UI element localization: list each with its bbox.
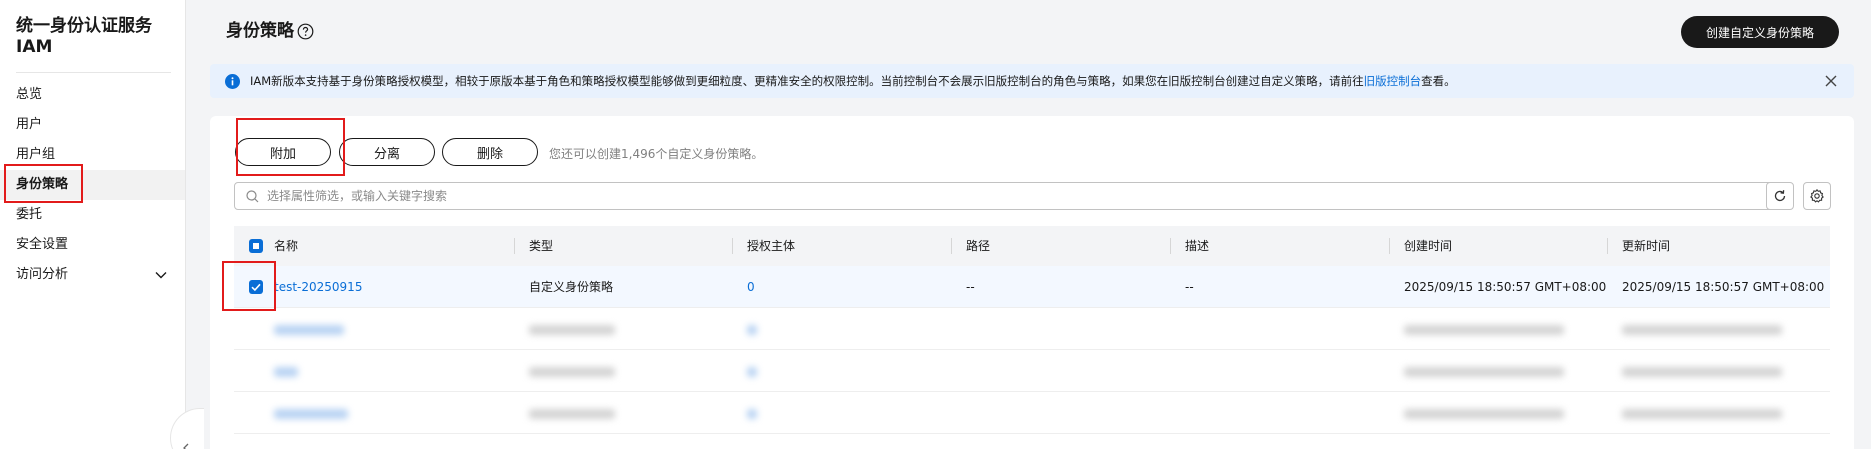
search-box: [234, 182, 1781, 210]
blurred-cell: [274, 350, 298, 392]
column-header-description[interactable]: 描述: [1185, 226, 1209, 266]
sidebar-item-label: 访问分析: [16, 267, 69, 282]
select-all-checkbox[interactable]: [249, 239, 263, 253]
policy-name-link[interactable]: test-20250915: [274, 266, 362, 308]
blurred-cell: [1404, 392, 1564, 434]
column-header-path[interactable]: 路径: [966, 226, 990, 266]
blurred-cell: [1622, 308, 1782, 350]
column-divider: [951, 238, 952, 254]
create-custom-policy-button[interactable]: 创建自定义身份策略: [1681, 16, 1839, 48]
blurred-cell: [529, 350, 615, 392]
search-icon: [246, 190, 259, 203]
column-divider: [1389, 238, 1390, 254]
attach-button[interactable]: 附加: [235, 138, 331, 166]
info-notice: IAM新版本支持基于身份策略授权模型，相较于原版本基于角色和策略授权模型能够做到…: [210, 64, 1854, 98]
legacy-console-link[interactable]: 旧版控制台: [1364, 74, 1422, 88]
column-divider: [1170, 238, 1171, 254]
sidebar-item-overview[interactable]: 总览: [0, 80, 185, 110]
table-row[interactable]: test-20250915 自定义身份策略 0 -- -- 2025/09/15…: [234, 266, 1830, 308]
sidebar-nav: 总览 用户 用户组 身份策略 委托 安全设置 访问分析: [0, 80, 185, 290]
detach-button[interactable]: 分离: [339, 138, 435, 166]
column-divider: [1607, 238, 1608, 254]
gear-icon: [1810, 189, 1824, 203]
quota-hint: 您还可以创建1,496个自定义身份策略。: [549, 147, 764, 161]
column-header-type[interactable]: 类型: [529, 226, 553, 266]
column-header-principals[interactable]: 授权主体: [747, 226, 795, 266]
blurred-cell: [747, 308, 757, 350]
principals-count-link[interactable]: 0: [747, 266, 755, 308]
help-icon[interactable]: [297, 23, 314, 40]
notice-text: IAM新版本支持基于身份策略授权模型，相较于原版本基于角色和策略授权模型能够做到…: [250, 73, 1456, 89]
notice-body: IAM新版本支持基于身份策略授权模型，相较于原版本基于角色和策略授权模型能够做到…: [250, 74, 1364, 88]
sidebar-item-security-settings[interactable]: 安全设置: [0, 230, 185, 260]
blurred-cell: [747, 350, 757, 392]
blurred-cell: [529, 308, 615, 350]
notice-suffix: 查看。: [1421, 74, 1456, 88]
blurred-cell: [1622, 350, 1782, 392]
blurred-cell: [747, 392, 757, 434]
info-icon: [225, 74, 240, 89]
chevron-left-icon: [183, 443, 189, 449]
sidebar-item-user-groups[interactable]: 用户组: [0, 140, 185, 170]
blurred-cell: [274, 308, 344, 350]
blurred-cell: [1622, 392, 1782, 434]
policy-table: 名称 类型 授权主体 路径 描述 创建时间 更新时间 test-20250915…: [234, 226, 1830, 434]
column-divider: [514, 238, 515, 254]
table-row-blurred: [234, 392, 1830, 434]
policy-path: --: [966, 280, 975, 294]
blurred-cell: [529, 392, 615, 434]
delete-button[interactable]: 删除: [442, 138, 538, 166]
refresh-button[interactable]: [1766, 182, 1794, 210]
check-icon: [251, 283, 261, 292]
policy-type: 自定义身份策略: [529, 280, 614, 294]
created-time: 2025/09/15 18:50:57 GMT+08:00: [1404, 280, 1607, 294]
column-divider: [732, 238, 733, 254]
refresh-icon: [1774, 190, 1786, 202]
close-icon[interactable]: [1824, 74, 1838, 88]
policy-list-card: 附加 分离 删除 您还可以创建1,496个自定义身份策略。 名称 类型 授权主体…: [210, 116, 1854, 449]
sidebar-item-access-analysis[interactable]: 访问分析: [0, 260, 185, 290]
sidebar: 统一身份认证服务 IAM 总览 用户 用户组 身份策略 委托 安全设置 访问分析: [0, 0, 186, 449]
table-header: 名称 类型 授权主体 路径 描述 创建时间 更新时间: [234, 226, 1830, 266]
row-checkbox[interactable]: [249, 280, 263, 294]
column-header-created[interactable]: 创建时间: [1404, 226, 1452, 266]
blurred-cell: [1404, 350, 1564, 392]
sidebar-item-users[interactable]: 用户: [0, 110, 185, 140]
service-title: 统一身份认证服务 IAM: [16, 16, 152, 57]
page-title: 身份策略: [226, 21, 294, 41]
sidebar-item-agencies[interactable]: 委托: [0, 200, 185, 230]
chevron-down-icon: [155, 272, 167, 279]
updated-time: 2025/09/15 18:50:57 GMT+08:00: [1622, 280, 1825, 294]
column-header-updated[interactable]: 更新时间: [1622, 226, 1670, 266]
table-row-blurred: [234, 350, 1830, 392]
sidebar-divider: [16, 72, 171, 73]
column-header-name[interactable]: 名称: [274, 226, 298, 266]
blurred-cell: [274, 392, 348, 434]
blurred-cell: [1404, 308, 1564, 350]
policy-description: --: [1185, 280, 1194, 294]
table-row-blurred: [234, 308, 1830, 350]
settings-button[interactable]: [1803, 182, 1831, 210]
sidebar-item-identity-policies[interactable]: 身份策略: [0, 170, 185, 200]
search-input[interactable]: [267, 185, 1767, 207]
